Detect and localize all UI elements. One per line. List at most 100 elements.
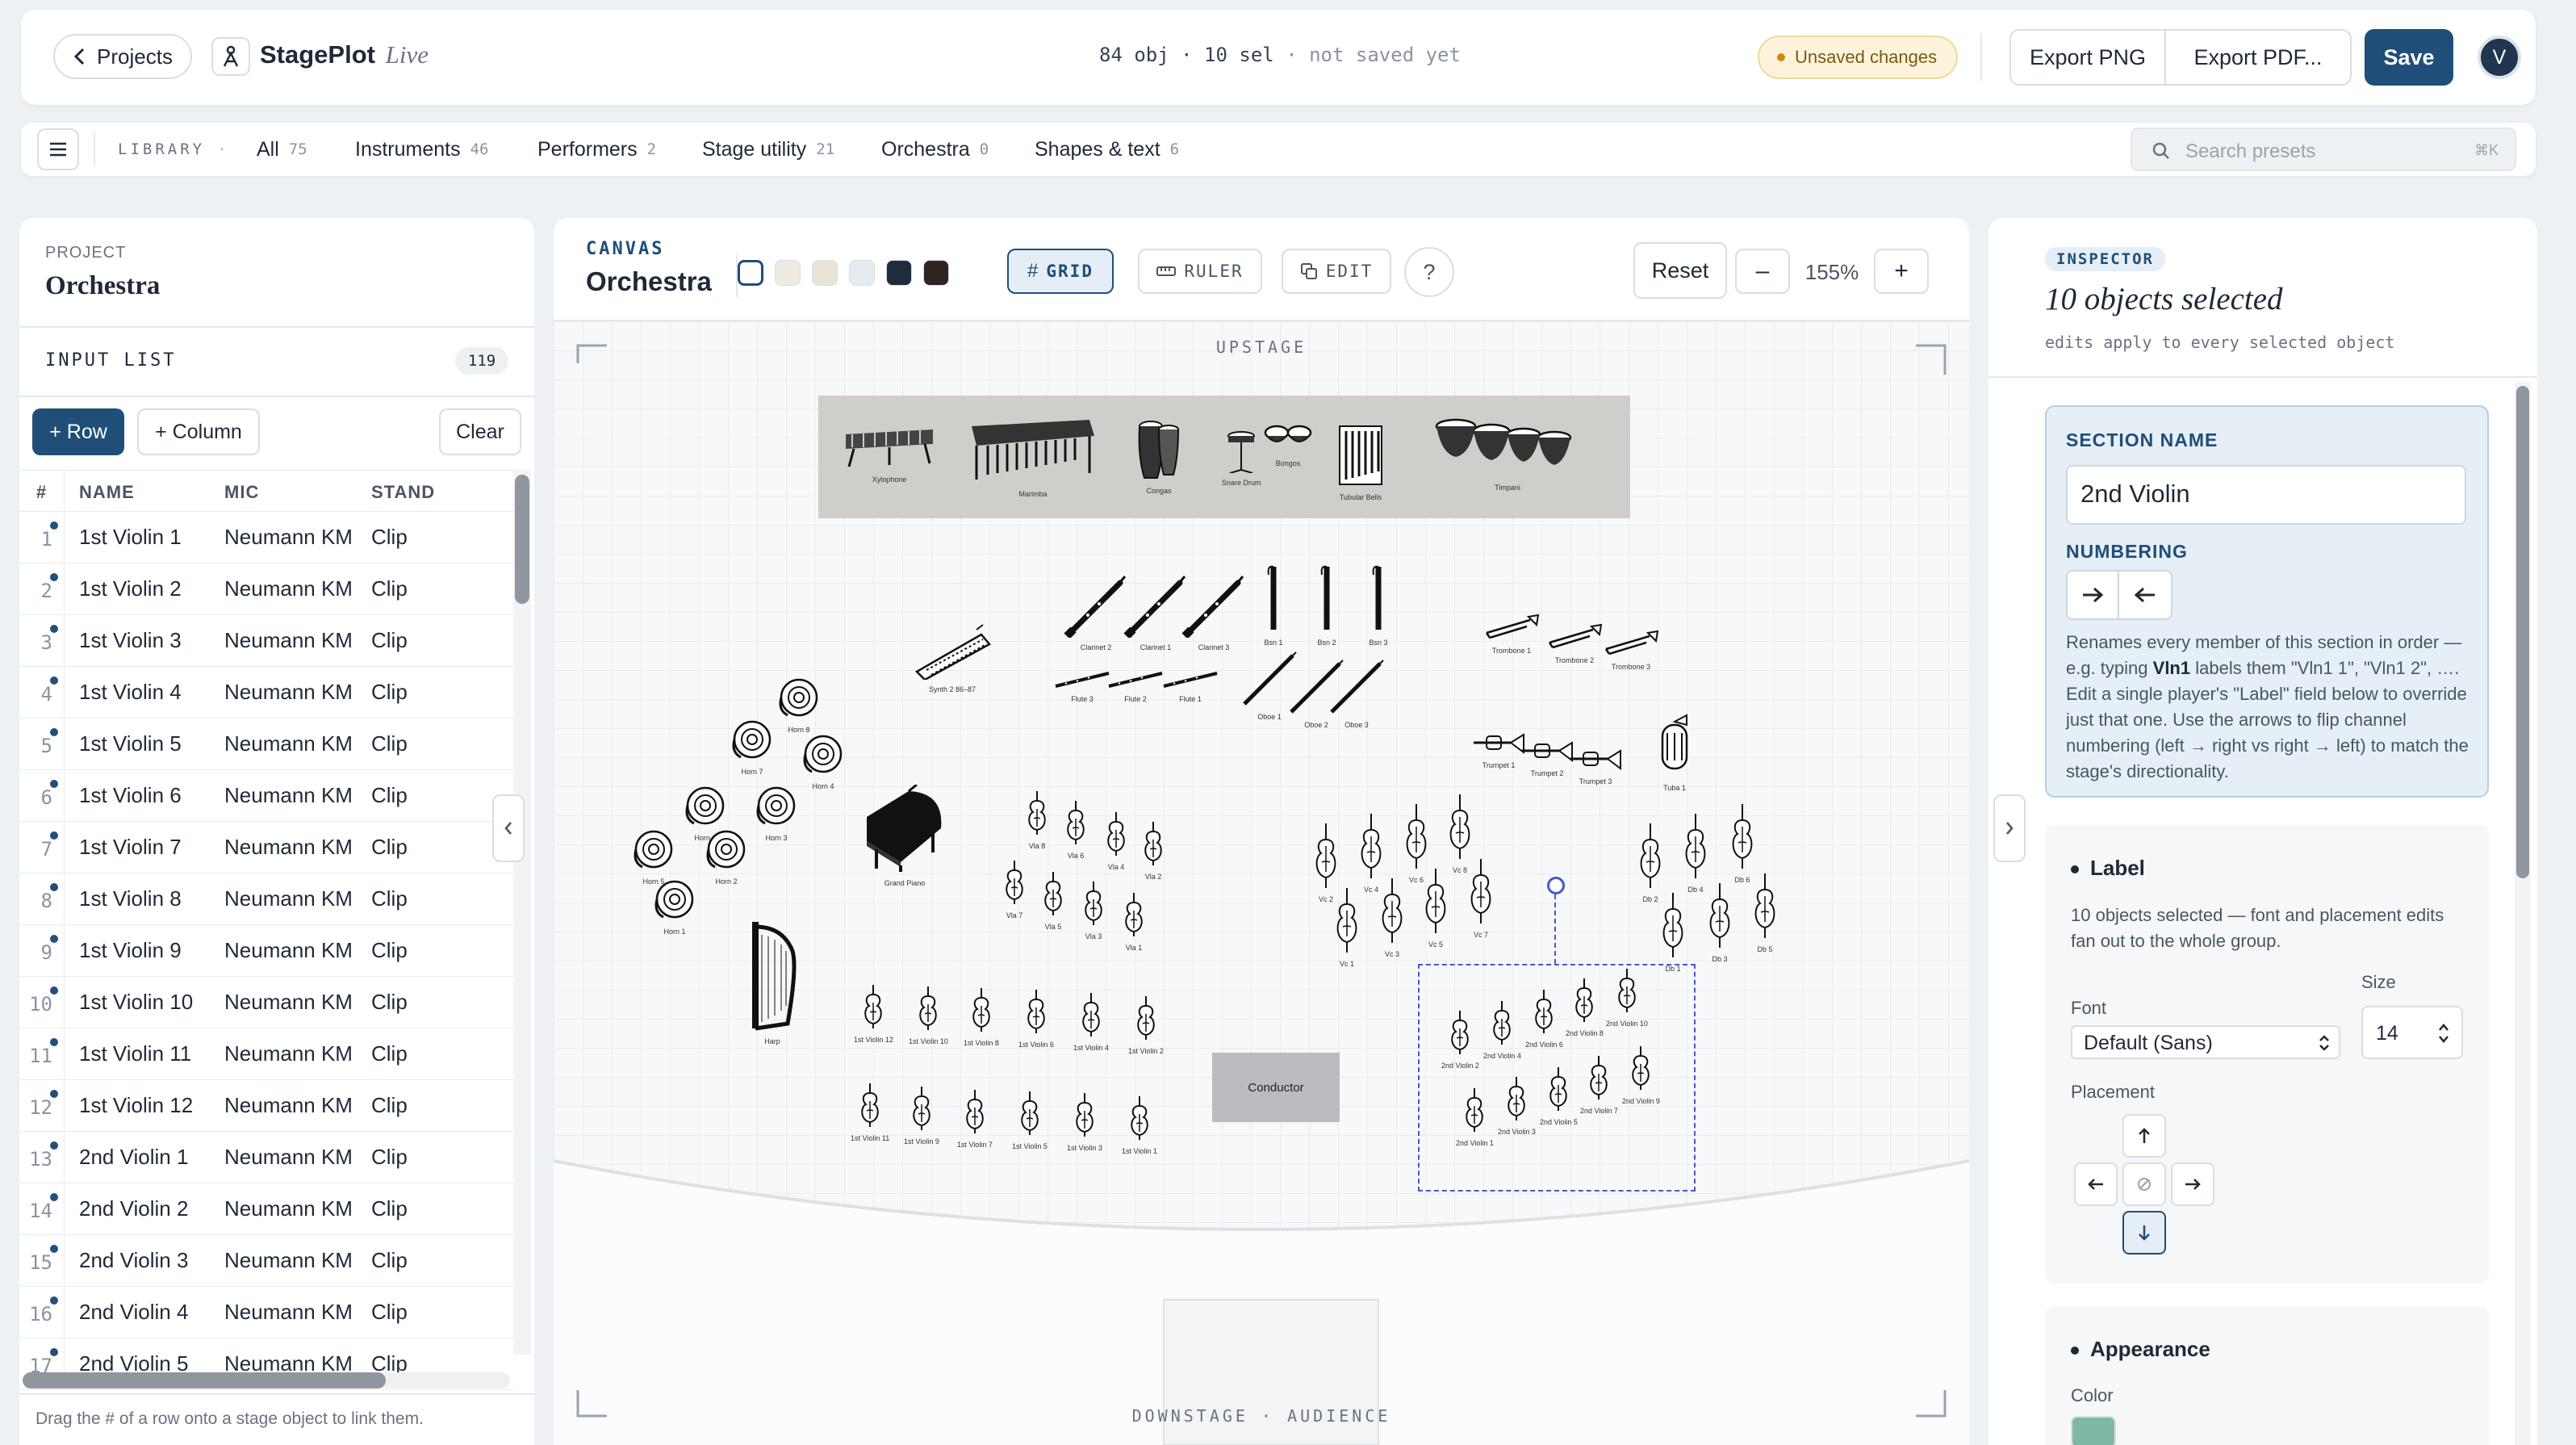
percussion-instrument[interactable]: Bongos xyxy=(1262,421,1314,467)
inspector-scrollbar-track[interactable] xyxy=(2515,383,2531,1445)
row-mic-cell[interactable]: Neumann KM xyxy=(224,731,366,756)
first-violin[interactable]: 1st Violin 5 xyxy=(1012,1090,1048,1150)
row-name-cell[interactable]: 2nd Violin 4 xyxy=(79,1300,216,1325)
numbering-left-to-right-button[interactable] xyxy=(2068,572,2119,618)
table-row[interactable]: 6 1st Violin 6 Neumann KM Clip xyxy=(19,770,513,822)
clarinet[interactable]: Clarinet 2 xyxy=(1064,573,1128,651)
row-mic-cell[interactable]: Neumann KM xyxy=(224,783,366,808)
row-number[interactable]: 8 xyxy=(19,873,65,925)
row-name-cell[interactable]: 2nd Violin 3 xyxy=(79,1248,216,1273)
percussion-instrument[interactable]: Snare Drum xyxy=(1222,428,1261,487)
horizontal-scrollbar-track[interactable] xyxy=(23,1372,510,1388)
collapse-left-panel-button[interactable] xyxy=(492,794,525,862)
double-bass[interactable]: Db 5 xyxy=(1751,872,1779,953)
table-row[interactable]: 9 1st Violin 9 Neumann KM Clip xyxy=(19,925,513,977)
cello[interactable]: Vc 5 xyxy=(1422,867,1449,949)
save-button[interactable]: Save xyxy=(2365,29,2453,86)
row-mic-cell[interactable]: Neumann KM xyxy=(224,1093,366,1118)
background-swatch[interactable] xyxy=(812,260,838,286)
second-violin[interactable]: 2nd Violin 1 xyxy=(1456,1087,1494,1147)
viola[interactable]: Vla 4 xyxy=(1102,810,1130,871)
row-mic-cell[interactable]: Neumann KM xyxy=(224,990,366,1015)
row-mic-cell[interactable]: Neumann KM xyxy=(224,886,366,911)
percussion-instrument[interactable]: Marimba xyxy=(968,412,1098,498)
cello[interactable]: Vc 1 xyxy=(1333,886,1361,968)
row-number[interactable]: 6 xyxy=(19,770,65,822)
row-stand-cell[interactable]: Clip xyxy=(371,1145,492,1170)
table-row[interactable]: 1 1st Violin 1 Neumann KM Clip xyxy=(19,512,513,563)
second-violin[interactable]: 2nd Violin 8 xyxy=(1566,977,1604,1037)
row-name-cell[interactable]: 1st Violin 9 xyxy=(79,938,216,963)
first-violin[interactable]: 1st Violin 10 xyxy=(909,985,948,1045)
size-stepper[interactable]: 14 xyxy=(2361,1006,2463,1059)
percussion-instrument[interactable]: Xylophone xyxy=(841,418,938,484)
first-violin[interactable]: 1st Violin 2 xyxy=(1128,995,1164,1055)
row-number[interactable]: 16 xyxy=(19,1287,65,1338)
table-row[interactable]: 11 1st Violin 11 Neumann KM Clip xyxy=(19,1028,513,1080)
table-row[interactable]: 10 1st Violin 10 Neumann KM Clip xyxy=(19,977,513,1028)
row-number[interactable]: 13 xyxy=(19,1132,65,1183)
first-violin[interactable]: 1st Violin 11 xyxy=(851,1082,889,1142)
row-name-cell[interactable]: 1st Violin 8 xyxy=(79,886,216,911)
user-avatar[interactable]: V xyxy=(2478,36,2521,79)
bassoon[interactable]: Bsn 3 xyxy=(1369,563,1388,647)
ruler-toggle-button[interactable]: RULER xyxy=(1138,249,1262,294)
row-number[interactable]: 11 xyxy=(19,1028,65,1080)
bassoon[interactable]: Bsn 1 xyxy=(1264,563,1283,647)
cello[interactable]: Vc 7 xyxy=(1467,857,1495,939)
row-number[interactable]: 1 xyxy=(19,512,65,563)
edit-toggle-button[interactable]: EDIT xyxy=(1282,249,1391,294)
library-tab-performers[interactable]: Performers 2 xyxy=(537,123,656,176)
trombone[interactable]: Trombone 3 xyxy=(1603,630,1659,671)
viola[interactable]: Vla 6 xyxy=(1062,799,1089,860)
clarinet[interactable]: Clarinet 1 xyxy=(1123,573,1188,651)
second-violin[interactable]: 2nd Violin 6 xyxy=(1525,988,1563,1049)
row-name-cell[interactable]: 1st Violin 2 xyxy=(79,576,216,601)
clear-button[interactable]: Clear xyxy=(439,408,521,455)
row-name-cell[interactable]: 1st Violin 4 xyxy=(79,680,216,705)
row-name-cell[interactable]: 1st Violin 5 xyxy=(79,731,216,756)
library-tab-all[interactable]: All 75 xyxy=(257,123,307,176)
table-row[interactable]: 7 1st Violin 7 Neumann KM Clip xyxy=(19,822,513,873)
row-mic-cell[interactable]: Neumann KM xyxy=(224,1041,366,1066)
row-number[interactable]: 5 xyxy=(19,718,65,770)
tuba[interactable]: Tuba 1 xyxy=(1654,714,1695,792)
table-row[interactable]: 12 1st Violin 12 Neumann KM Clip xyxy=(19,1080,513,1132)
double-bass[interactable]: Db 1 xyxy=(1659,891,1687,973)
row-stand-cell[interactable]: Clip xyxy=(371,680,492,705)
first-violin[interactable]: 1st Violin 1 xyxy=(1122,1095,1157,1155)
french-horn[interactable]: Horn 8 xyxy=(776,675,822,734)
percussion-instrument[interactable]: Congas xyxy=(1136,417,1181,495)
second-violin[interactable]: 2nd Violin 2 xyxy=(1441,1009,1479,1070)
row-mic-cell[interactable]: Neumann KM xyxy=(224,1300,366,1325)
row-number[interactable]: 4 xyxy=(19,667,65,718)
inspector-scrollbar-thumb[interactable] xyxy=(2516,386,2529,878)
oboe[interactable]: Oboe 3 xyxy=(1328,659,1385,729)
placement-bottom-button[interactable] xyxy=(2122,1211,2166,1254)
row-number[interactable]: 10 xyxy=(19,977,65,1028)
row-stand-cell[interactable]: Clip xyxy=(371,835,492,860)
reset-view-button[interactable]: Reset xyxy=(1633,242,1727,299)
second-violin[interactable]: 2nd Violin 7 xyxy=(1580,1054,1618,1115)
row-stand-cell[interactable]: Clip xyxy=(371,1041,492,1066)
row-mic-cell[interactable]: Neumann KM xyxy=(224,628,366,653)
row-name-cell[interactable]: 2nd Violin 1 xyxy=(79,1145,216,1170)
row-name-cell[interactable]: 1st Violin 3 xyxy=(79,628,216,653)
french-horn[interactable]: Horn 2 xyxy=(704,827,749,886)
row-stand-cell[interactable]: Clip xyxy=(371,1093,492,1118)
double-bass[interactable]: Db 3 xyxy=(1706,882,1733,963)
stepper-arrows-icon[interactable] xyxy=(2437,1022,2450,1045)
table-row[interactable]: 5 1st Violin 5 Neumann KM Clip xyxy=(19,718,513,770)
row-mic-cell[interactable]: Neumann KM xyxy=(224,835,366,860)
row-mic-cell[interactable]: Neumann KM xyxy=(224,525,366,550)
background-swatch[interactable] xyxy=(886,260,912,286)
row-name-cell[interactable]: 2nd Violin 2 xyxy=(79,1196,216,1221)
trombone[interactable]: Trombone 2 xyxy=(1546,623,1603,664)
cello[interactable]: Vc 3 xyxy=(1378,877,1406,958)
row-mic-cell[interactable]: Neumann KM xyxy=(224,680,366,705)
search-box[interactable]: Search presets ⌘K xyxy=(2131,128,2516,171)
second-violin[interactable]: 2nd Violin 4 xyxy=(1483,999,1521,1060)
first-violin[interactable]: 1st Violin 4 xyxy=(1073,991,1109,1052)
french-horn[interactable]: Horn 1 xyxy=(652,877,697,936)
percussion-instrument[interactable]: Timpani xyxy=(1435,413,1580,492)
